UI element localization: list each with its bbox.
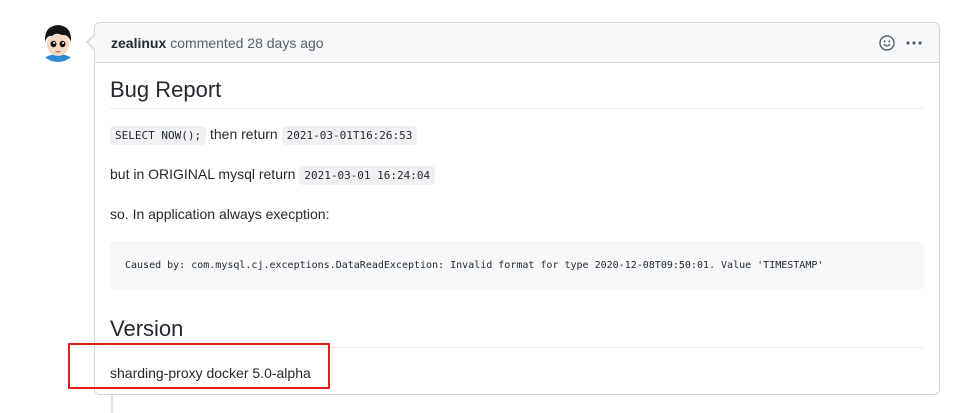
paragraph-line1: SELECT NOW(); then return 2021-03-01T16:… [110,123,924,147]
highlight-annotation-box [68,343,330,389]
comment-timestamp[interactable]: 28 days ago [247,35,323,51]
avatar[interactable] [38,22,78,62]
paragraph-line3: so. In application always execption: [110,206,330,222]
code-block: Caused by: com.mysql.cj.exceptions.DataR… [110,241,924,290]
comment-body: Bug Report SELECT NOW(); then return 202… [95,63,939,384]
line2-text: but in ORIGINAL mysql return [110,166,296,182]
kebab-menu-icon[interactable] [905,35,923,51]
smiley-icon[interactable] [879,34,895,51]
comment-action: commented [170,34,244,51]
author-link[interactable]: zealinux [111,35,166,51]
comment-header: zealinux commented 28 days ago [95,23,939,63]
timeline-line [111,395,113,413]
bug-report-heading: Bug Report [110,77,924,109]
inline-code-return-value: 2021-03-01T16:26:53 [281,126,418,145]
line1-text: then return [209,126,278,142]
paragraph-line2: but in ORIGINAL mysql return 2021-03-01 … [110,163,924,187]
comment-arrow-inner [88,34,96,50]
inline-code-select: SELECT NOW(); [110,126,207,145]
comment-box: zealinux commented 28 days ago Bug Repor… [94,22,940,395]
header-actions [879,34,923,51]
inline-code-mysql-value: 2021-03-01 16:24:04 [299,166,436,185]
